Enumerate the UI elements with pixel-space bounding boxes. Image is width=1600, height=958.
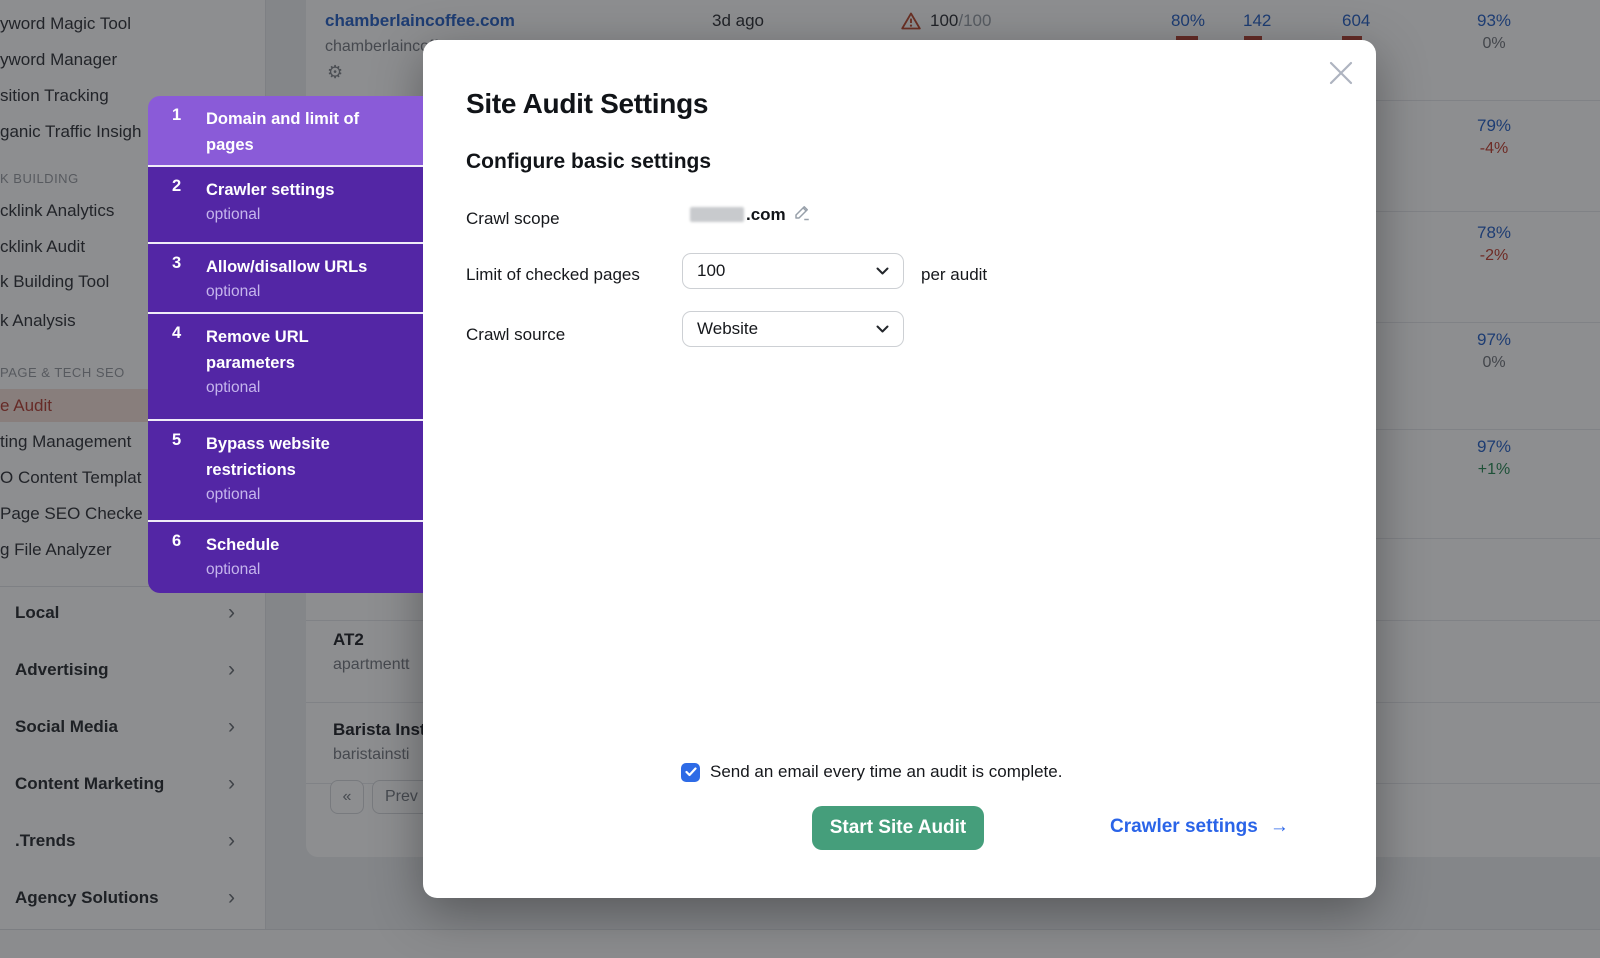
step-optional-label: optional	[206, 561, 423, 579]
email-checkbox-label: Send an email every time an audit is com…	[710, 762, 1062, 782]
site-audit-settings-modal: Site Audit Settings Configure basic sett…	[423, 40, 1376, 898]
screen: yword Magic Tool yword Manager sition Tr…	[0, 0, 1600, 958]
limit-select[interactable]: 100	[682, 253, 904, 289]
step-schedule[interactable]: 6 Schedule optional	[148, 520, 423, 593]
blurred-domain	[690, 207, 744, 222]
step-title: Bypass website restrictions	[206, 431, 384, 483]
step-domain-and-limit[interactable]: 1 Domain and limit of pages	[148, 96, 423, 165]
crawler-settings-link[interactable]: Crawler settings →	[1110, 816, 1289, 838]
crawl-source-label: Crawl source	[466, 325, 565, 345]
limit-suffix: per audit	[921, 265, 987, 285]
arrow-right-icon: →	[1270, 816, 1289, 838]
modal-title: Site Audit Settings	[466, 88, 708, 120]
close-icon[interactable]	[1326, 58, 1356, 88]
wizard-steps-panel: 1 Domain and limit of pages 2 Crawler se…	[148, 96, 423, 593]
step-number: 6	[172, 532, 196, 551]
limit-label: Limit of checked pages	[466, 265, 640, 285]
step-number: 5	[172, 431, 196, 450]
email-checkbox[interactable]	[681, 763, 700, 782]
step-allow-disallow-urls[interactable]: 3 Allow/disallow URLs optional	[148, 242, 423, 312]
crawler-settings-link-label: Crawler settings	[1110, 816, 1258, 838]
step-number: 2	[172, 177, 196, 196]
email-checkbox-row: Send an email every time an audit is com…	[681, 762, 1062, 782]
step-number: 1	[172, 106, 196, 125]
step-number: 4	[172, 324, 196, 343]
step-title: Allow/disallow URLs	[206, 254, 384, 280]
edit-pencil-icon[interactable]	[793, 203, 811, 226]
chevron-down-icon	[876, 267, 889, 275]
section-heading: Configure basic settings	[466, 150, 711, 174]
step-optional-label: optional	[206, 206, 423, 224]
step-title: Domain and limit of pages	[206, 106, 384, 158]
step-remove-url-parameters[interactable]: 4 Remove URL parameters optional	[148, 312, 423, 419]
step-title: Schedule	[206, 532, 384, 558]
step-bypass-website-restrictions[interactable]: 5 Bypass website restrictions optional	[148, 419, 423, 520]
start-site-audit-button[interactable]: Start Site Audit	[812, 806, 984, 850]
crawl-scope-label: Crawl scope	[466, 209, 560, 229]
step-number: 3	[172, 254, 196, 273]
source-selected-value: Website	[697, 319, 758, 339]
step-optional-label: optional	[206, 379, 423, 397]
step-optional-label: optional	[206, 283, 423, 301]
crawl-scope-value: .com	[690, 203, 811, 226]
step-optional-label: optional	[206, 486, 423, 504]
step-title: Crawler settings	[206, 177, 384, 203]
limit-selected-value: 100	[697, 261, 725, 281]
chevron-down-icon	[876, 325, 889, 333]
step-crawler-settings[interactable]: 2 Crawler settings optional	[148, 165, 423, 242]
step-title: Remove URL parameters	[206, 324, 384, 376]
crawl-scope-suffix: .com	[746, 205, 786, 225]
crawl-source-select[interactable]: Website	[682, 311, 904, 347]
